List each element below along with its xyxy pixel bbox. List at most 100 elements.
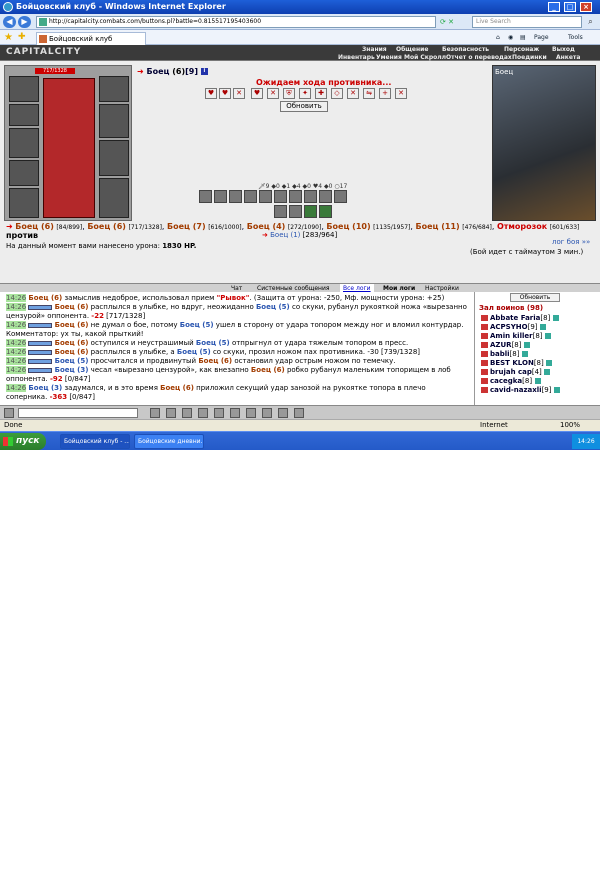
live-search-input[interactable]: Live Search (472, 16, 582, 28)
minimize-button[interactable]: _ (548, 2, 560, 12)
counter-icon[interactable]: ✕ (347, 88, 359, 99)
armor-slot[interactable] (9, 160, 39, 186)
menu-communication[interactable]: Общение (396, 46, 428, 53)
skill-slot[interactable] (274, 205, 287, 218)
roster-item[interactable]: AZUR[8] (481, 341, 530, 350)
legs-slot[interactable] (99, 140, 129, 176)
back-button[interactable]: ◀ (3, 16, 16, 28)
add-favorite-icon[interactable]: ✚ (18, 32, 26, 42)
search-icon[interactable]: ⌕ (584, 16, 597, 28)
earrings-slot[interactable] (9, 104, 39, 126)
info-icon[interactable]: i (200, 68, 208, 75)
helmet-slot[interactable] (9, 76, 39, 102)
exit-icon[interactable] (294, 408, 304, 418)
attack-legs-icon[interactable]: ✕ (267, 88, 279, 99)
menu-security[interactable]: Безопасность (442, 46, 489, 53)
log-fighter[interactable]: Боец (6) (55, 339, 89, 347)
rage-icon[interactable]: ✕ (395, 88, 407, 99)
page-menu[interactable]: Page (534, 32, 549, 43)
boots-slot[interactable] (99, 178, 129, 218)
menu-my-scroll[interactable]: Мой Скролл (404, 54, 446, 61)
forward-button[interactable]: ▶ (18, 16, 31, 28)
print-icon[interactable]: ▤ (520, 32, 526, 43)
menu-profile[interactable]: Анкета (556, 54, 580, 61)
send-icon[interactable] (150, 408, 160, 418)
battle-log-link[interactable]: лог боя »» (552, 238, 590, 246)
roster-name[interactable]: cacegka (490, 377, 522, 385)
roster-item[interactable]: cacegka[8] (481, 377, 541, 386)
defend-icon[interactable]: ⛨ (283, 88, 295, 99)
log-fighter[interactable]: Боец (5) (256, 303, 290, 311)
info-icon[interactable] (523, 342, 530, 348)
skill-slot-active[interactable] (319, 205, 332, 218)
roster-name[interactable]: ACPSYHO (490, 323, 528, 331)
roster-item[interactable]: BEST KLON[8] (481, 359, 553, 368)
skill-slot[interactable] (319, 190, 332, 203)
attack-head-icon[interactable]: ♥ (205, 88, 217, 99)
roster-name[interactable]: AZUR (490, 341, 512, 349)
belt-slot[interactable] (9, 188, 39, 218)
heal-icon[interactable]: + (379, 88, 391, 99)
log-fighter[interactable]: Боец (6) (28, 294, 62, 302)
gloves-slot[interactable] (99, 76, 129, 102)
people-icon[interactable] (262, 408, 272, 418)
attack-groin-icon[interactable]: ♥ (251, 88, 263, 99)
menu-fights[interactable]: Поединки (512, 54, 547, 61)
skill-slot[interactable] (334, 190, 347, 203)
fighter-name[interactable]: Боец (6) (87, 222, 126, 231)
close-button[interactable]: × (580, 2, 592, 12)
battle-refresh-button[interactable]: Обновить (280, 101, 328, 112)
info-icon[interactable] (534, 378, 541, 384)
favorites-star-icon[interactable]: ★ (4, 32, 13, 43)
log-fighter[interactable]: Боец (3) (28, 384, 62, 392)
tab-bk[interactable]: Бойцовский клуб (36, 32, 146, 45)
address-bar[interactable]: http://capitalcity.combats.com/buttons.p… (36, 16, 436, 28)
skill-slot[interactable] (244, 190, 257, 203)
roster-item[interactable]: babli[8] (481, 350, 528, 359)
log-fighter[interactable]: Боец (5) (55, 357, 89, 365)
weapon-slot[interactable] (9, 128, 39, 158)
chat-icon[interactable] (4, 408, 14, 418)
strike-icon[interactable]: ✚ (315, 88, 327, 99)
menu-inventory[interactable]: Инвентарь (338, 54, 375, 61)
log-fighter[interactable]: Боец (6) (198, 357, 232, 365)
skill-slot[interactable] (229, 190, 242, 203)
maximize-button[interactable]: □ (564, 2, 576, 12)
log-fighter[interactable]: Боец (6) (160, 384, 194, 392)
chat-input[interactable] (18, 408, 138, 418)
refresh-stop-button[interactable]: ⟳ ✕ (440, 16, 468, 28)
skill-slot[interactable] (289, 205, 302, 218)
menu-skills[interactable]: Умения (376, 54, 402, 61)
skill-slot-active[interactable] (304, 205, 317, 218)
taskbar-item[interactable]: Бойцовский клуб - ... (60, 434, 130, 449)
combo-icon[interactable]: ✦ (299, 88, 311, 99)
log-fighter[interactable]: Боец (5) (180, 321, 214, 329)
menu-transfers[interactable]: Отчет о переводах (446, 54, 512, 61)
roster-item[interactable]: Amin killer[8] (481, 332, 551, 341)
fighter-name[interactable]: Боец (4) (247, 222, 286, 231)
sound-icon[interactable] (246, 408, 256, 418)
roster-name[interactable]: cavid-nazaxli (490, 386, 542, 394)
skill-slot[interactable] (289, 190, 302, 203)
roster-name[interactable]: Abbate Faria (490, 314, 540, 322)
start-button[interactable]: пуск (0, 433, 46, 450)
roster-item[interactable]: cavid-nazaxli[9] (481, 386, 560, 395)
info-icon[interactable] (539, 324, 546, 330)
parry-icon[interactable]: ⇋ (363, 88, 375, 99)
shield-slot[interactable] (99, 104, 129, 138)
map-icon[interactable] (278, 408, 288, 418)
skill-slot[interactable] (214, 190, 227, 203)
block-icon[interactable]: ◇ (331, 88, 343, 99)
log-fighter[interactable]: Боец (3) (55, 366, 89, 374)
fighter-name[interactable]: Отморозок (497, 222, 547, 231)
info-icon[interactable] (544, 333, 551, 339)
roster-refresh-button[interactable]: Обновить (510, 293, 560, 302)
roster-name[interactable]: babli (490, 350, 510, 358)
log-fighter[interactable]: Боец (5) (196, 339, 230, 347)
ally-name[interactable]: Боец (1) (270, 231, 300, 239)
skill-slot[interactable] (274, 190, 287, 203)
roster-item[interactable]: Abbate Faria[8] (481, 314, 559, 323)
attack-belly-icon[interactable]: ✕ (233, 88, 245, 99)
smile-icon[interactable] (182, 408, 192, 418)
skill-slot[interactable] (199, 190, 212, 203)
